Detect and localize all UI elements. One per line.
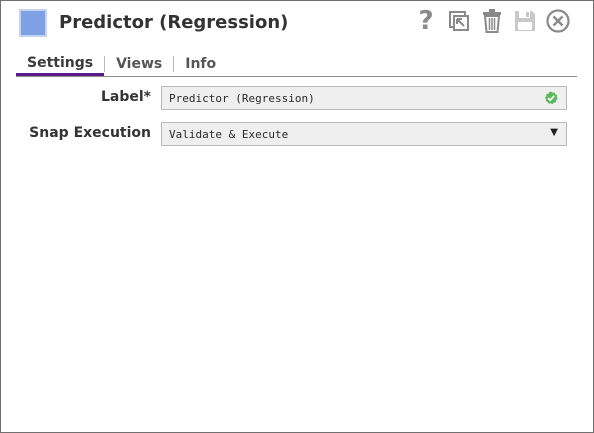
export-icon bbox=[449, 11, 469, 31]
label-field-label: Label* bbox=[100, 89, 151, 105]
dialog-title: Predictor (Regression) bbox=[59, 12, 289, 33]
delete-button[interactable] bbox=[479, 7, 505, 35]
snap-execution-value: Validate & Execute bbox=[169, 128, 289, 141]
close-icon bbox=[546, 9, 570, 33]
snap-execution-select[interactable]: Validate & Execute ▼ bbox=[161, 122, 567, 146]
snap-execution-row: Snap Execution Validate & Execute ▼ bbox=[1, 122, 593, 146]
help-icon: ? bbox=[418, 6, 434, 36]
delete-icon bbox=[483, 9, 501, 33]
tab-settings[interactable]: Settings bbox=[16, 53, 105, 76]
label-input[interactable]: Predictor (Regression) bbox=[161, 86, 567, 110]
label-row: Label* Predictor (Regression) bbox=[1, 86, 593, 110]
snap-execution-label: Snap Execution bbox=[29, 125, 151, 141]
valid-check-icon bbox=[544, 91, 558, 105]
close-button[interactable] bbox=[545, 7, 571, 35]
tab-info[interactable]: Info bbox=[174, 53, 227, 76]
tab-bar: Settings Views Info bbox=[16, 53, 577, 77]
tab-views[interactable]: Views bbox=[105, 53, 173, 76]
save-button[interactable] bbox=[512, 7, 538, 35]
export-button[interactable] bbox=[446, 7, 472, 35]
header-toolbar: ? bbox=[406, 7, 571, 35]
label-input-value: Predictor (Regression) bbox=[169, 92, 315, 105]
dialog-header: Predictor (Regression) ? bbox=[1, 1, 593, 51]
help-button[interactable]: ? bbox=[413, 7, 439, 35]
save-icon bbox=[515, 11, 535, 31]
dropdown-caret-icon: ▼ bbox=[550, 127, 558, 138]
settings-dialog: Predictor (Regression) ? Settings Views … bbox=[0, 0, 594, 433]
snap-type-icon bbox=[19, 9, 47, 37]
